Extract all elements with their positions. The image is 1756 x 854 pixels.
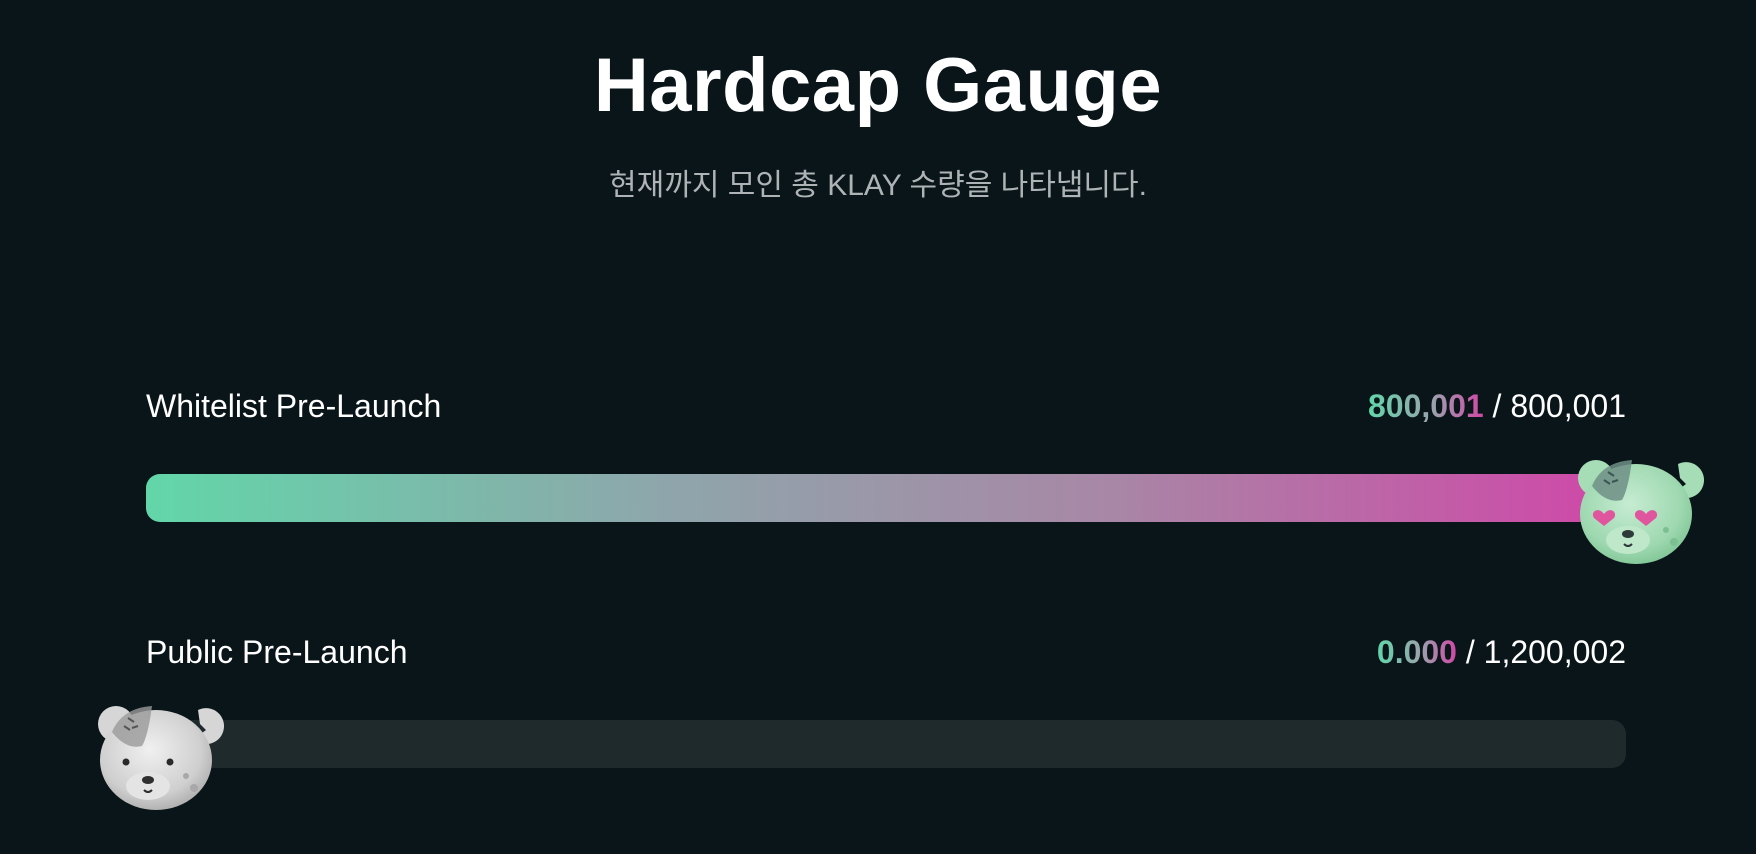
bear-grey-icon (98, 706, 225, 810)
gauge-amount: 800,001 / 800,001 (1368, 384, 1626, 428)
gauge-amount-separator: / (1456, 634, 1484, 670)
gauge-current-amount: 800,001 (1367, 388, 1484, 424)
bear-green-heart-eyes-icon (1578, 460, 1705, 564)
page-subtitle: 현재까지 모인 총 KLAY 수량을 나타냅니다. (609, 169, 1147, 202)
gauge-header: Whitelist Pre-Launch 800,001 / 800,001 (146, 384, 1626, 428)
whitelist-gauge: Whitelist Pre-Launch 800,001 / 800,001 (146, 384, 1705, 564)
gauge-label: Whitelist Pre-Launch (146, 388, 442, 424)
gauge-amount-separator: / (1483, 388, 1511, 424)
gauge-fill (146, 474, 1626, 522)
public-gauge: Public Pre-Launch 0.000 / 1,200,002 (98, 630, 1626, 810)
gauge-total-amount: 1,200,002 (1483, 634, 1626, 670)
hardcap-gauge-page: Hardcap Gauge 현재까지 모인 총 KLAY 수량을 나타냅니다. … (0, 0, 1756, 854)
gauge-label: Public Pre-Launch (146, 634, 408, 670)
gauge-track (98, 706, 1626, 810)
gauge-total-amount: 800,001 (1510, 388, 1626, 424)
page-title: Hardcap Gauge (593, 43, 1163, 128)
gauge-amount: 0.000 / 1,200,002 (1377, 630, 1626, 674)
gauge-track (146, 460, 1705, 564)
gauge-header: Public Pre-Launch 0.000 / 1,200,002 (146, 630, 1626, 674)
gauge-current-amount: 0.000 (1376, 634, 1457, 670)
